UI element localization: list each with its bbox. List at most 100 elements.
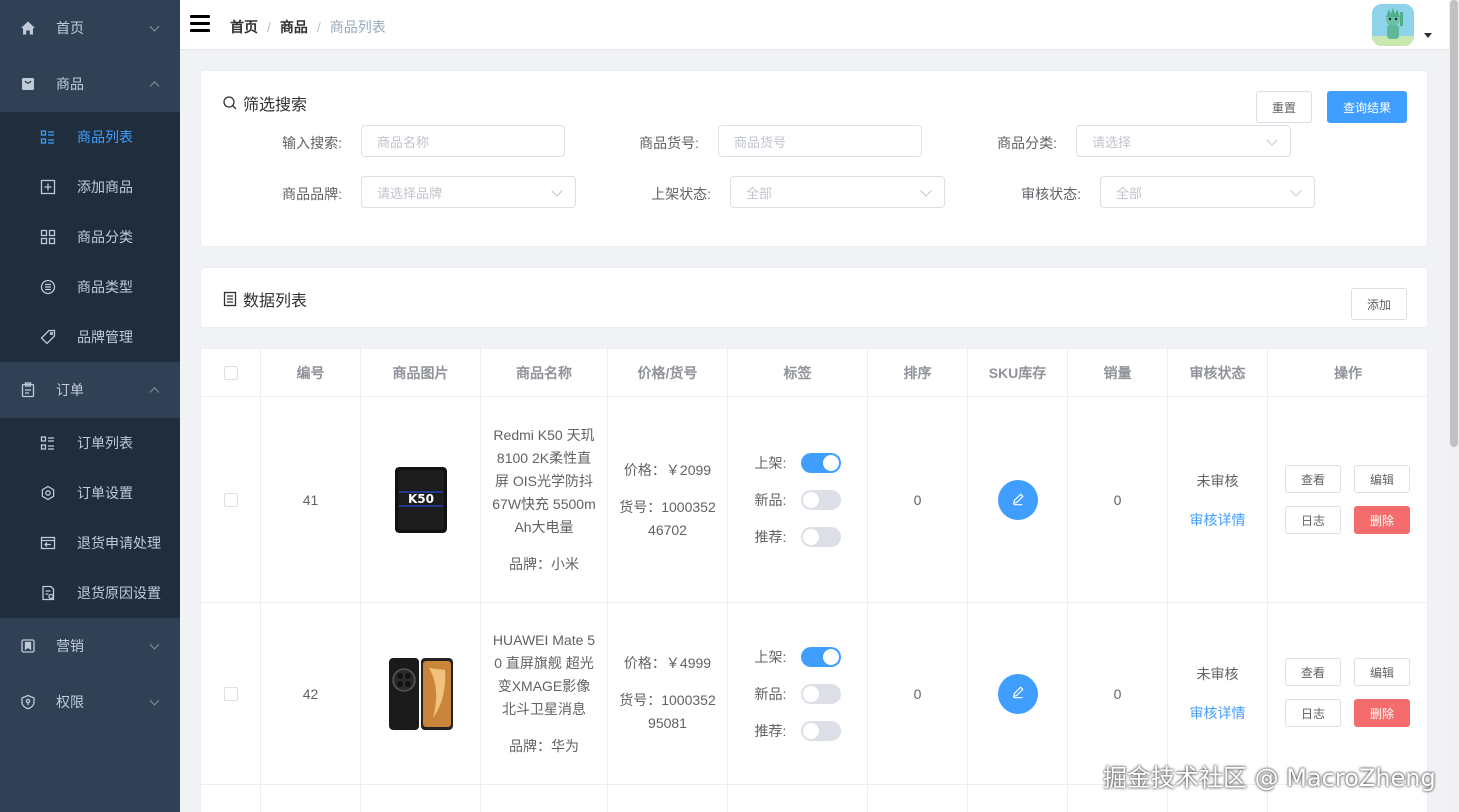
sidebar-item-product-category[interactable]: 商品分类 [0,212,180,262]
product-name-line: Ah大电量 [514,519,574,535]
sidebar-item-label: 商品类型 [77,279,133,295]
menu-marketing-label: 营销 [56,638,84,654]
header-verify: 审核状态 [1168,349,1268,397]
breadcrumb-home[interactable]: 首页 [230,17,258,37]
delete-button[interactable]: 删除 [1354,699,1410,727]
menu-order[interactable]: 订单 [0,362,180,418]
sidebar-item-order-list[interactable]: 订单列表 [0,418,180,468]
hamburger-icon[interactable] [190,15,210,33]
row-select-cell [201,603,261,784]
recommend-switch[interactable] [800,527,841,547]
product-image [388,657,453,730]
row-sort-cell [868,785,968,812]
header-sort: 排序 [868,349,968,397]
verify-status-select[interactable]: 全部 [1100,176,1315,208]
publish-status-select[interactable]: 全部 [730,176,945,208]
new-switch[interactable] [800,490,841,510]
row-price-cell: 价格：￥2099 货号：1000352 46702 [608,398,728,602]
sidebar-item-label: 订单设置 [77,485,133,501]
caret-down-icon[interactable] [1424,33,1432,38]
sidebar-item-product-type[interactable]: 商品类型 [0,262,180,312]
table-header: 编号 商品图片 商品名称 价格/货号 标签 排序 SKU库存 销量 审核状态 操… [201,349,1427,397]
log-button[interactable]: 日志 [1285,699,1341,727]
delete-button[interactable]: 删除 [1354,506,1410,534]
sidebar-item-order-settings[interactable]: 订单设置 [0,468,180,518]
row-ops-cell: 查看 编辑 日志 删除 [1268,603,1427,784]
list-circle-icon [40,279,56,295]
list-title: 数据列表 [222,287,307,311]
reset-button[interactable]: 重置 [1256,91,1312,123]
menu-product[interactable]: 商品 [0,56,180,112]
tag-label: 推荐: [754,529,787,545]
query-button[interactable]: 查询结果 [1327,91,1407,123]
new-switch[interactable] [800,683,841,704]
edit-sku-button[interactable] [997,673,1038,714]
category-select[interactable]: 请选择 [1076,125,1291,157]
row-sku-cell [968,785,1068,812]
sidebar-item-return-reason[interactable]: 退货原因设置 [0,568,180,618]
product-name-line: 北斗卫星消息 [502,701,586,717]
menu-permission[interactable]: 权限 [0,674,180,730]
recommend-switch[interactable] [800,720,841,741]
product-name-line: HUAWEI Mate 5 [492,632,596,648]
tag-new: 新品: [755,675,841,712]
view-button[interactable]: 查看 [1285,465,1341,493]
product-name-line: 0 直屏旗舰 超光 [494,655,594,671]
publish-switch[interactable] [800,453,841,473]
row-id: 41 [261,398,361,602]
row-sku-cell [968,398,1068,602]
row-checkbox[interactable] [223,686,238,701]
add-product-button[interactable]: 添加 [1351,288,1407,320]
sidebar-item-product-list[interactable]: 商品列表 [0,112,180,162]
sidebar-item-add-product[interactable]: 添加商品 [0,162,180,212]
pencil-icon [1011,492,1025,509]
log-button[interactable]: 日志 [1285,506,1341,534]
brand-label: 商品品牌: [282,186,342,202]
return-icon [40,535,56,551]
verify-detail-link[interactable]: 审核详情 [1190,703,1246,723]
row-id-cell [261,785,361,812]
menu-home[interactable]: 首页 [0,0,180,56]
avatar[interactable] [1372,4,1414,46]
tag-recommend: 推荐: [755,519,841,556]
list-title-text: 数据列表 [243,293,308,310]
filter-title-text: 筛选搜索 [243,97,308,114]
menu-marketing[interactable]: 营销 [0,618,180,674]
breadcrumb-product[interactable]: 商品 [280,17,308,37]
row-ops-cell: 查看 编辑 日志 删除 [1268,398,1427,602]
vertical-scrollbar[interactable] [1449,0,1459,812]
row-name-cell [481,785,608,812]
verify-detail-link[interactable]: 审核详情 [1190,510,1246,530]
product-name-line: 变XMAGE影像 [497,678,591,694]
edit-button[interactable]: 编辑 [1354,465,1410,493]
plus-square-icon [40,179,56,195]
row-checkbox[interactable] [223,493,238,507]
row-sales: 0 [1068,603,1168,784]
navbar: 首页 / 商品 / 商品列表 [180,0,1459,50]
edit-sku-button[interactable] [997,480,1038,520]
header-price: 价格/货号 [608,349,728,397]
product-sku-line: 货号：1000352 [619,498,716,515]
row-sort: 0 [868,603,968,784]
tag-publish: 上架: [755,445,841,482]
tag-label: 新品: [754,685,787,702]
select-all-checkbox[interactable] [223,366,238,380]
tag-label: 上架: [754,648,787,665]
sidebar-item-label: 退货原因设置 [77,585,161,601]
publish-switch[interactable] [800,646,841,667]
verify-status-label: 审核状态: [1021,186,1081,202]
sidebar-item-label: 品牌管理 [77,329,133,345]
product-submenu: 商品列表 添加商品 商品分类 商品类型 品牌管理 [0,112,180,362]
menu-home-label: 首页 [56,20,84,36]
sidebar: 首页 商品 商品列表 添加商品 商品分类 商品类型 品牌管理 订单 订单列表 订… [0,0,180,812]
view-button[interactable]: 查看 [1285,658,1341,686]
brand-select[interactable]: 请选择品牌 [361,176,576,208]
keyword-input[interactable]: 商品名称 [361,125,565,157]
scrollbar-thumb[interactable] [1450,0,1458,447]
row-select-cell [201,398,261,602]
header-ops: 操作 [1334,365,1362,381]
edit-button[interactable]: 编辑 [1354,658,1410,686]
sidebar-item-return-apply[interactable]: 退货申请处理 [0,518,180,568]
sku-input[interactable]: 商品货号 [718,125,922,157]
sidebar-item-brand[interactable]: 品牌管理 [0,312,180,362]
